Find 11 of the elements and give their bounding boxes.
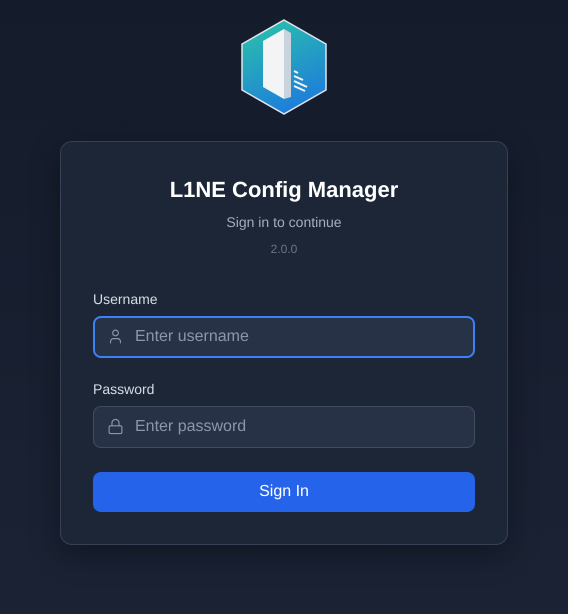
- sign-in-button[interactable]: Sign In: [93, 472, 475, 512]
- logo-icon: [241, 19, 327, 115]
- subtitle: Sign in to continue: [225, 213, 343, 232]
- user-icon: [107, 328, 124, 345]
- username-field[interactable]: Enter username: [93, 316, 475, 358]
- app-title: L1NE Config Manager: [168, 176, 400, 204]
- password-field[interactable]: Enter password: [93, 406, 475, 448]
- field-label: Username: [93, 290, 159, 308]
- version-label: 2.0.0: [270, 241, 298, 257]
- lock-icon: [107, 418, 124, 435]
- field-label: Password: [93, 380, 156, 398]
